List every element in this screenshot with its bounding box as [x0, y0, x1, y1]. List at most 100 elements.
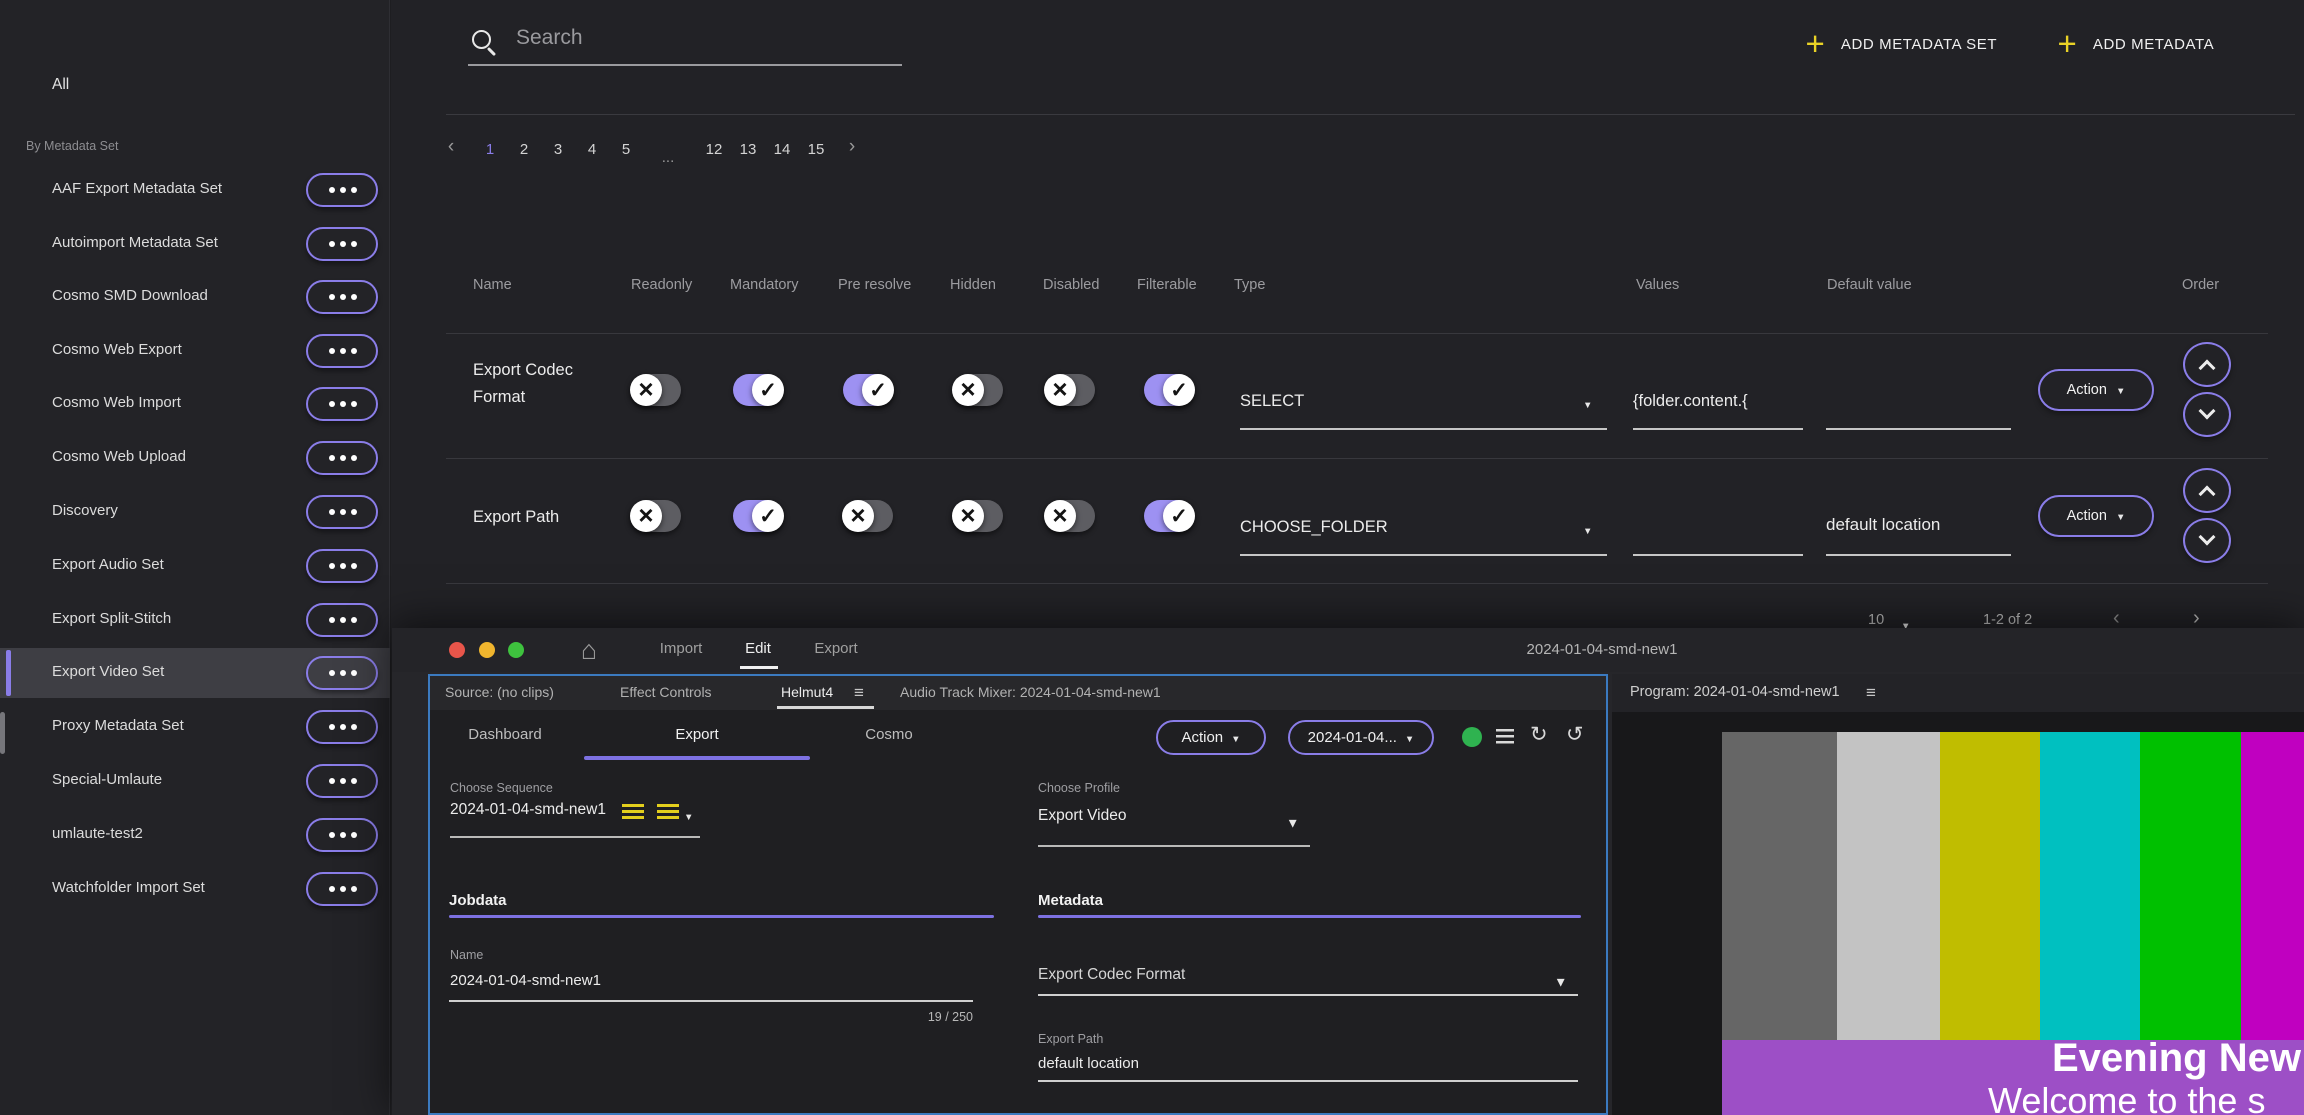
page-button[interactable]: 3 [543, 141, 573, 158]
sidebar-item[interactable]: Export Audio Set [0, 541, 390, 591]
values-field[interactable]: {folder.content.{ [1633, 392, 1805, 411]
toggle-pre-resolve[interactable] [843, 374, 894, 406]
move-up-button[interactable] [2183, 468, 2231, 513]
tab-import[interactable]: Import [646, 640, 716, 657]
sync-icon[interactable]: ↺ [1566, 722, 1584, 747]
preset-dropdown[interactable]: 2024-01-04... [1288, 720, 1434, 755]
more-options-button[interactable] [306, 764, 378, 798]
sidebar-scrollbar[interactable] [0, 712, 5, 754]
sidebar-item[interactable]: Watchfolder Import Set [0, 864, 390, 914]
tab-edit[interactable]: Edit [736, 640, 780, 657]
action-dropdown[interactable]: Action [1156, 720, 1266, 755]
export-path-input[interactable]: default location [1038, 1055, 1139, 1072]
more-options-button[interactable] [306, 280, 378, 314]
toggle-pre-resolve[interactable] [842, 500, 893, 532]
panel-menu-icon[interactable] [854, 683, 864, 703]
type-select[interactable]: SELECT [1240, 392, 1304, 411]
more-options-button[interactable] [306, 549, 378, 583]
more-options-button[interactable] [306, 441, 378, 475]
toggle-mandatory[interactable] [733, 500, 784, 532]
sidebar-item[interactable]: Cosmo Web Export [0, 326, 390, 376]
toggle-disabled[interactable] [1044, 374, 1095, 406]
page-button[interactable]: 13 [733, 141, 763, 158]
sidebar-item[interactable]: Special-Umlaute [0, 756, 390, 806]
move-down-button[interactable] [2183, 518, 2231, 563]
panel-tab-audio-mixer[interactable]: Audio Track Mixer: 2024-01-04-smd-new1 [900, 684, 1161, 700]
action-button[interactable]: Action [2038, 369, 2154, 411]
page-button[interactable]: 5 [611, 141, 641, 158]
sidebar-item[interactable]: Cosmo SMD Download [0, 272, 390, 322]
more-options-button[interactable] [306, 818, 378, 852]
sequence-outdent-icon[interactable] [622, 804, 644, 819]
action-button[interactable]: Action [2038, 495, 2154, 537]
move-down-button[interactable] [2183, 392, 2231, 437]
next-page-icon[interactable]: › [837, 136, 867, 158]
sidebar-item[interactable]: Proxy Metadata Set [0, 702, 390, 752]
panel-tab-effect-controls[interactable]: Effect Controls [620, 684, 712, 700]
toggle-filterable[interactable] [1144, 374, 1195, 406]
more-options-button[interactable] [306, 656, 378, 690]
panel-tab-source[interactable]: Source: (no clips) [445, 684, 554, 700]
default-value-field[interactable]: default location [1826, 515, 1940, 535]
helmut-tab-cosmo[interactable]: Cosmo [849, 726, 929, 743]
sidebar-item[interactable]: Export Split-Stitch [0, 595, 390, 645]
page-button[interactable]: 1 [475, 141, 505, 158]
page-size-select[interactable]: 10 [1868, 612, 1884, 628]
list-icon[interactable] [1496, 729, 1514, 746]
sidebar-item[interactable]: Discovery [0, 487, 390, 537]
more-options-button[interactable] [306, 710, 378, 744]
add-metadata-set-button[interactable]: ADD METADATA SET [1805, 26, 1997, 62]
more-options-button[interactable] [306, 603, 378, 637]
sidebar-item[interactable]: Autoimport Metadata Set [0, 219, 390, 269]
home-icon[interactable]: ⌂ [575, 636, 603, 664]
sidebar-item[interactable]: Cosmo Web Upload [0, 433, 390, 483]
page-button[interactable]: 15 [801, 141, 831, 158]
toggle-hidden[interactable] [952, 500, 1003, 532]
more-options-button[interactable] [306, 387, 378, 421]
more-options-button[interactable] [306, 495, 378, 529]
page-button[interactable]: 14 [767, 141, 797, 158]
footer-next-icon[interactable]: › [2193, 607, 2200, 630]
search-input[interactable]: Search [516, 26, 583, 50]
prev-page-icon[interactable]: ‹ [436, 136, 466, 158]
page-button[interactable]: 2 [509, 141, 539, 158]
sidebar-item-all[interactable]: All [52, 76, 69, 94]
helmut-tab-dashboard[interactable]: Dashboard [467, 726, 543, 743]
page-button[interactable]: 12 [699, 141, 729, 158]
minimize-window-icon[interactable] [479, 642, 495, 658]
toggle-hidden[interactable] [952, 374, 1003, 406]
toggle-readonly[interactable] [630, 500, 681, 532]
more-options-button[interactable] [306, 334, 378, 368]
maximize-window-icon[interactable] [508, 642, 524, 658]
helmut-tab-export[interactable]: Export [657, 726, 737, 743]
more-options-button[interactable] [306, 872, 378, 906]
toggle-readonly[interactable] [630, 374, 681, 406]
sidebar-item[interactable]: AAF Export Metadata Set [0, 165, 390, 215]
add-metadata-button[interactable]: ADD METADATA [2057, 26, 2214, 62]
window-titlebar[interactable]: ⌂ Import Edit Export 2024-01-04-smd-new1 [392, 628, 2304, 672]
toggle-disabled[interactable] [1044, 500, 1095, 532]
dropdown-caret-icon[interactable] [1554, 968, 1567, 993]
refresh-icon[interactable]: ↻ [1530, 722, 1548, 747]
close-window-icon[interactable] [449, 642, 465, 658]
sequence-value[interactable]: 2024-01-04-smd-new1 [450, 801, 606, 819]
type-select[interactable]: CHOOSE_FOLDER [1240, 518, 1388, 537]
dropdown-caret-icon[interactable] [1286, 809, 1299, 834]
page-button[interactable]: 4 [577, 141, 607, 158]
move-up-button[interactable] [2183, 342, 2231, 387]
toggle-mandatory[interactable] [733, 374, 784, 406]
program-panel-title[interactable]: Program: 2024-01-04-smd-new1 [1630, 684, 1840, 700]
dropdown-caret-icon[interactable] [684, 807, 693, 825]
codec-dropdown[interactable]: Export Codec Format [1038, 966, 1185, 984]
panel-menu-icon[interactable] [1866, 683, 1876, 703]
more-options-button[interactable] [306, 227, 378, 261]
panel-tab-helmut[interactable]: Helmut4 [781, 684, 833, 700]
footer-prev-icon[interactable]: ‹ [2113, 607, 2120, 630]
profile-value[interactable]: Export Video [1038, 807, 1126, 825]
sidebar-item-selected[interactable]: Export Video Set [0, 648, 390, 698]
sidebar-item[interactable]: umlaute-test2 [0, 810, 390, 860]
tab-export[interactable]: Export [806, 640, 866, 657]
more-options-button[interactable] [306, 173, 378, 207]
toggle-filterable[interactable] [1144, 500, 1195, 532]
sequence-lines-icon[interactable] [657, 804, 679, 819]
